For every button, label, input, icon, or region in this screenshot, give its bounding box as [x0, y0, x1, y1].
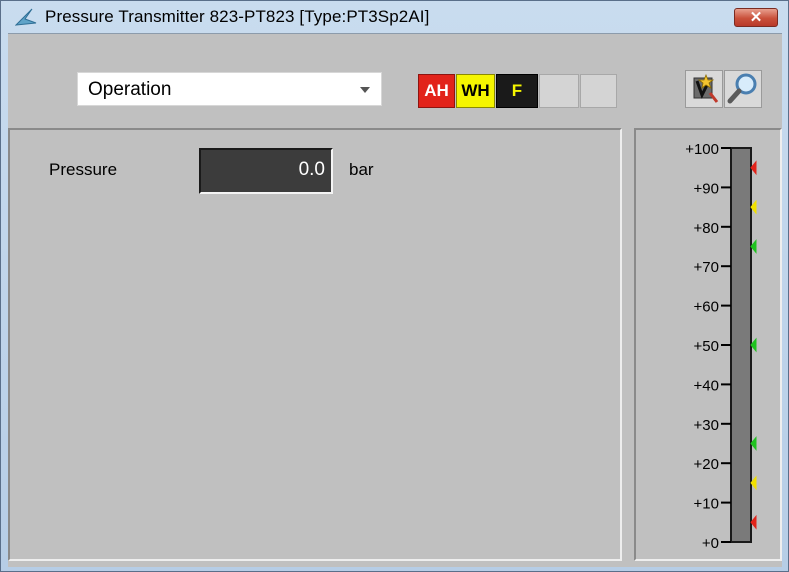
view-selector-dropdown[interactable]: Operation	[77, 72, 382, 106]
pressure-label: Pressure	[49, 160, 118, 179]
scale-tick-label: +60	[694, 299, 719, 316]
operation-panel: Pressure 0.0 bar	[8, 128, 622, 561]
app-logo-icon	[15, 8, 37, 26]
alarm-high-badge[interactable]: AH	[418, 74, 455, 108]
settings-wand-button[interactable]	[685, 70, 723, 108]
title-bar[interactable]: Pressure Transmitter 823-PT823 [Type:PT3…	[1, 1, 788, 33]
toolbar: Operation AH WH F	[8, 34, 782, 124]
scale-tick-label: +10	[694, 496, 719, 513]
scale-tick-label: +0	[702, 535, 719, 552]
chevron-down-icon[interactable]	[360, 87, 370, 93]
pressure-bar-graph: +100 +90 +80 +70 +60 +50 +40 +30 +20 +10 +0	[685, 141, 757, 552]
faceplate-window: Pressure Transmitter 823-PT823 [Type:PT3…	[0, 0, 789, 572]
settings-wand-icon	[693, 73, 719, 103]
scale-tick-label: +30	[694, 417, 719, 434]
scale-tick-label: +20	[694, 456, 719, 473]
zoom-button[interactable]	[724, 70, 762, 108]
scale-tick-label: +80	[694, 220, 719, 237]
pressure-unit: bar	[349, 160, 374, 179]
scale-tick-label: +40	[694, 377, 719, 394]
scale-tick-label: +100	[685, 141, 719, 158]
warning-high-badge[interactable]: WH	[456, 74, 495, 108]
empty-status-badge-1	[539, 74, 579, 108]
fault-badge[interactable]: F	[496, 74, 538, 108]
pressure-value-field[interactable]: 0.0	[199, 148, 333, 194]
scale-tick-label: +70	[694, 259, 719, 276]
magnifier-icon	[727, 73, 757, 104]
scale-tick-label: +50	[694, 338, 719, 355]
view-selector-value: Operation	[88, 79, 172, 100]
scale-tick-label: +90	[694, 180, 719, 197]
faceplate-content: Operation AH WH F Pressure 0.0 bar +100 …	[8, 33, 782, 567]
scale-bar	[730, 147, 752, 543]
window-title: Pressure Transmitter 823-PT823 [Type:PT3…	[45, 7, 430, 26]
empty-status-badge-2	[580, 74, 617, 108]
close-button[interactable]: ✕	[734, 8, 778, 27]
bar-graph-panel: +100 +90 +80 +70 +60 +50 +40 +30 +20 +10 +0	[634, 128, 782, 561]
close-icon: ✕	[749, 9, 763, 26]
